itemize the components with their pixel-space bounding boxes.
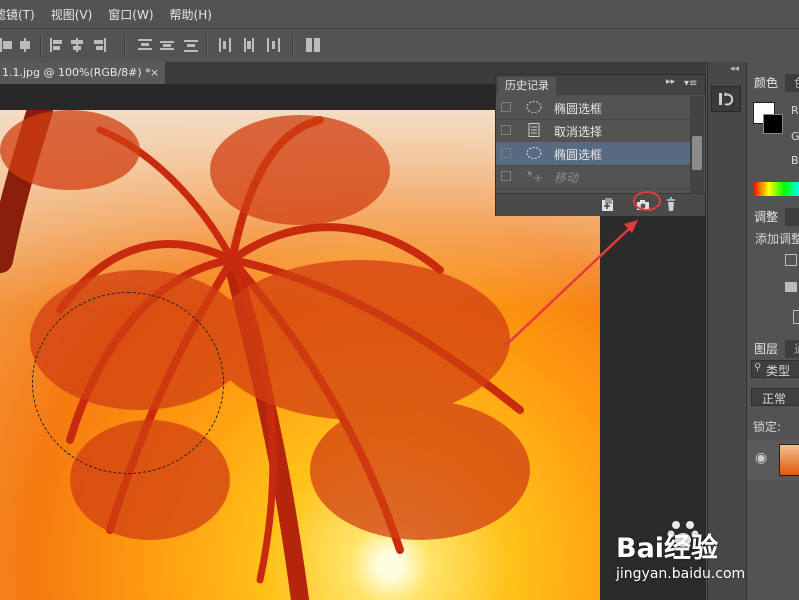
history-brush-icon bbox=[719, 92, 734, 106]
green-channel-label: G bbox=[791, 130, 799, 143]
history-state-label: 椭圆选框 bbox=[554, 148, 603, 162]
new-document-from-state-icon[interactable] bbox=[599, 197, 617, 213]
ellipse-marquee-icon bbox=[526, 147, 542, 159]
layers-tab[interactable]: 图层 bbox=[747, 340, 786, 358]
menu-filter[interactable]: 滤镜(T) bbox=[0, 6, 43, 23]
history-state-label: 椭圆选框 bbox=[554, 102, 603, 116]
menu-view[interactable]: 视图(V) bbox=[43, 6, 101, 23]
collapse-panels-icon[interactable]: ◂◂ bbox=[730, 64, 739, 74]
baidu-watermark: Bai经验 jingyan.baidu.com bbox=[612, 514, 799, 600]
layer-filter-value: 类型 bbox=[766, 364, 791, 378]
brightness-contrast-icon[interactable] bbox=[785, 254, 797, 266]
blue-channel-label: B bbox=[791, 154, 799, 167]
distribute-top-icon[interactable] bbox=[138, 38, 152, 52]
auto-align-layers-icon[interactable] bbox=[306, 38, 320, 52]
history-panel-header: 历史记录 ▸▸ ▾≡ bbox=[496, 75, 705, 95]
color-spectrum-bar[interactable] bbox=[753, 182, 799, 196]
toolbar-separator bbox=[40, 35, 42, 57]
curves-icon[interactable] bbox=[793, 310, 799, 324]
distribute-horizontal-centers-icon[interactable] bbox=[242, 38, 256, 52]
color-tab[interactable]: 颜色 bbox=[747, 74, 786, 92]
snapshot-source-checkbox[interactable] bbox=[501, 125, 511, 135]
distribute-vertical-centers-icon[interactable] bbox=[160, 38, 174, 52]
history-state-row[interactable]: 椭圆选框 bbox=[496, 96, 690, 120]
document-tab[interactable]: 1.1.jpg @ 100%(RGB/8#) * × bbox=[0, 62, 165, 84]
panel-menu-icon[interactable]: ▾≡ bbox=[684, 78, 697, 89]
scrollbar-thumb[interactable] bbox=[692, 136, 702, 170]
history-tab[interactable]: 历史记录 bbox=[498, 77, 556, 95]
history-scrollbar[interactable] bbox=[690, 96, 704, 193]
distribute-left-icon[interactable] bbox=[218, 38, 232, 52]
distribute-right-icon[interactable] bbox=[266, 38, 280, 52]
snapshot-button-highlight bbox=[633, 191, 661, 211]
swatches-tab[interactable]: 色 bbox=[787, 74, 799, 92]
trash-icon[interactable] bbox=[662, 197, 680, 213]
align-vertical-centers-icon[interactable] bbox=[70, 38, 84, 52]
toolbar-separator bbox=[206, 35, 208, 57]
options-bar bbox=[0, 29, 799, 63]
expand-panel-icon[interactable]: ▸▸ bbox=[666, 77, 675, 87]
snapshot-source-checkbox[interactable] bbox=[501, 102, 511, 112]
align-horizontal-centers-icon[interactable] bbox=[18, 38, 32, 52]
layer-filter-dropdown[interactable]: ⚲ 类型 bbox=[751, 360, 799, 378]
snapshot-source-checkbox[interactable] bbox=[501, 148, 511, 158]
layer-row[interactable]: ◉ bbox=[747, 440, 799, 480]
menu-bar: 滤镜(T) 视图(V) 窗口(W) 帮助(H) bbox=[0, 0, 799, 29]
layer-thumbnail bbox=[779, 444, 799, 476]
watermark-brand: Bai经验 bbox=[616, 533, 719, 564]
channels-tab[interactable]: 通 bbox=[787, 340, 799, 358]
document-tab-title: 1.1.jpg @ 100%(RGB/8#) * bbox=[2, 66, 151, 79]
toolbar-separator bbox=[292, 35, 294, 57]
history-state-label: 移动 bbox=[554, 171, 579, 185]
add-adjustment-label: 添加调整 bbox=[755, 232, 799, 246]
eye-visibility-icon[interactable]: ◉ bbox=[755, 450, 767, 466]
history-state-row-selected[interactable]: 椭圆选框 bbox=[496, 142, 690, 166]
move-tool-icon bbox=[527, 170, 542, 182]
snapshot-source-checkbox[interactable] bbox=[501, 171, 511, 181]
distribute-bottom-icon[interactable] bbox=[184, 38, 198, 52]
close-tab-icon[interactable]: × bbox=[150, 62, 159, 84]
document-icon bbox=[528, 123, 540, 137]
history-panel-footer bbox=[496, 193, 705, 216]
adjustments-tab[interactable]: 调整 bbox=[747, 208, 786, 226]
toolbar-separator bbox=[124, 35, 126, 57]
menu-help[interactable]: 帮助(H) bbox=[162, 6, 220, 23]
align-top-edges-icon[interactable] bbox=[50, 38, 64, 52]
history-state-row[interactable]: 取消选择 bbox=[496, 119, 690, 143]
align-bottom-edges-icon[interactable] bbox=[92, 38, 106, 52]
search-icon: ⚲ bbox=[754, 362, 762, 373]
elliptical-marquee-selection[interactable] bbox=[32, 292, 224, 474]
lock-label: 锁定: bbox=[753, 420, 782, 434]
history-panel: 历史记录 ▸▸ ▾≡ 椭圆选框 取消选择 椭圆选框 移动 bbox=[495, 74, 706, 216]
align-left-edges-icon[interactable] bbox=[0, 38, 14, 52]
background-color-swatch[interactable] bbox=[763, 114, 783, 134]
blend-mode-dropdown[interactable]: 正常 bbox=[751, 388, 799, 406]
blend-mode-value: 正常 bbox=[762, 392, 787, 406]
ellipse-marquee-icon bbox=[526, 101, 542, 113]
history-panel-button[interactable] bbox=[711, 86, 741, 112]
menu-window[interactable]: 窗口(W) bbox=[100, 6, 161, 23]
levels-icon[interactable] bbox=[785, 282, 797, 292]
watermark-url: jingyan.baidu.com bbox=[616, 566, 746, 582]
red-channel-label: R bbox=[791, 104, 799, 117]
history-state-label: 取消选择 bbox=[554, 125, 603, 139]
history-state-row[interactable]: 移动 bbox=[496, 165, 690, 189]
